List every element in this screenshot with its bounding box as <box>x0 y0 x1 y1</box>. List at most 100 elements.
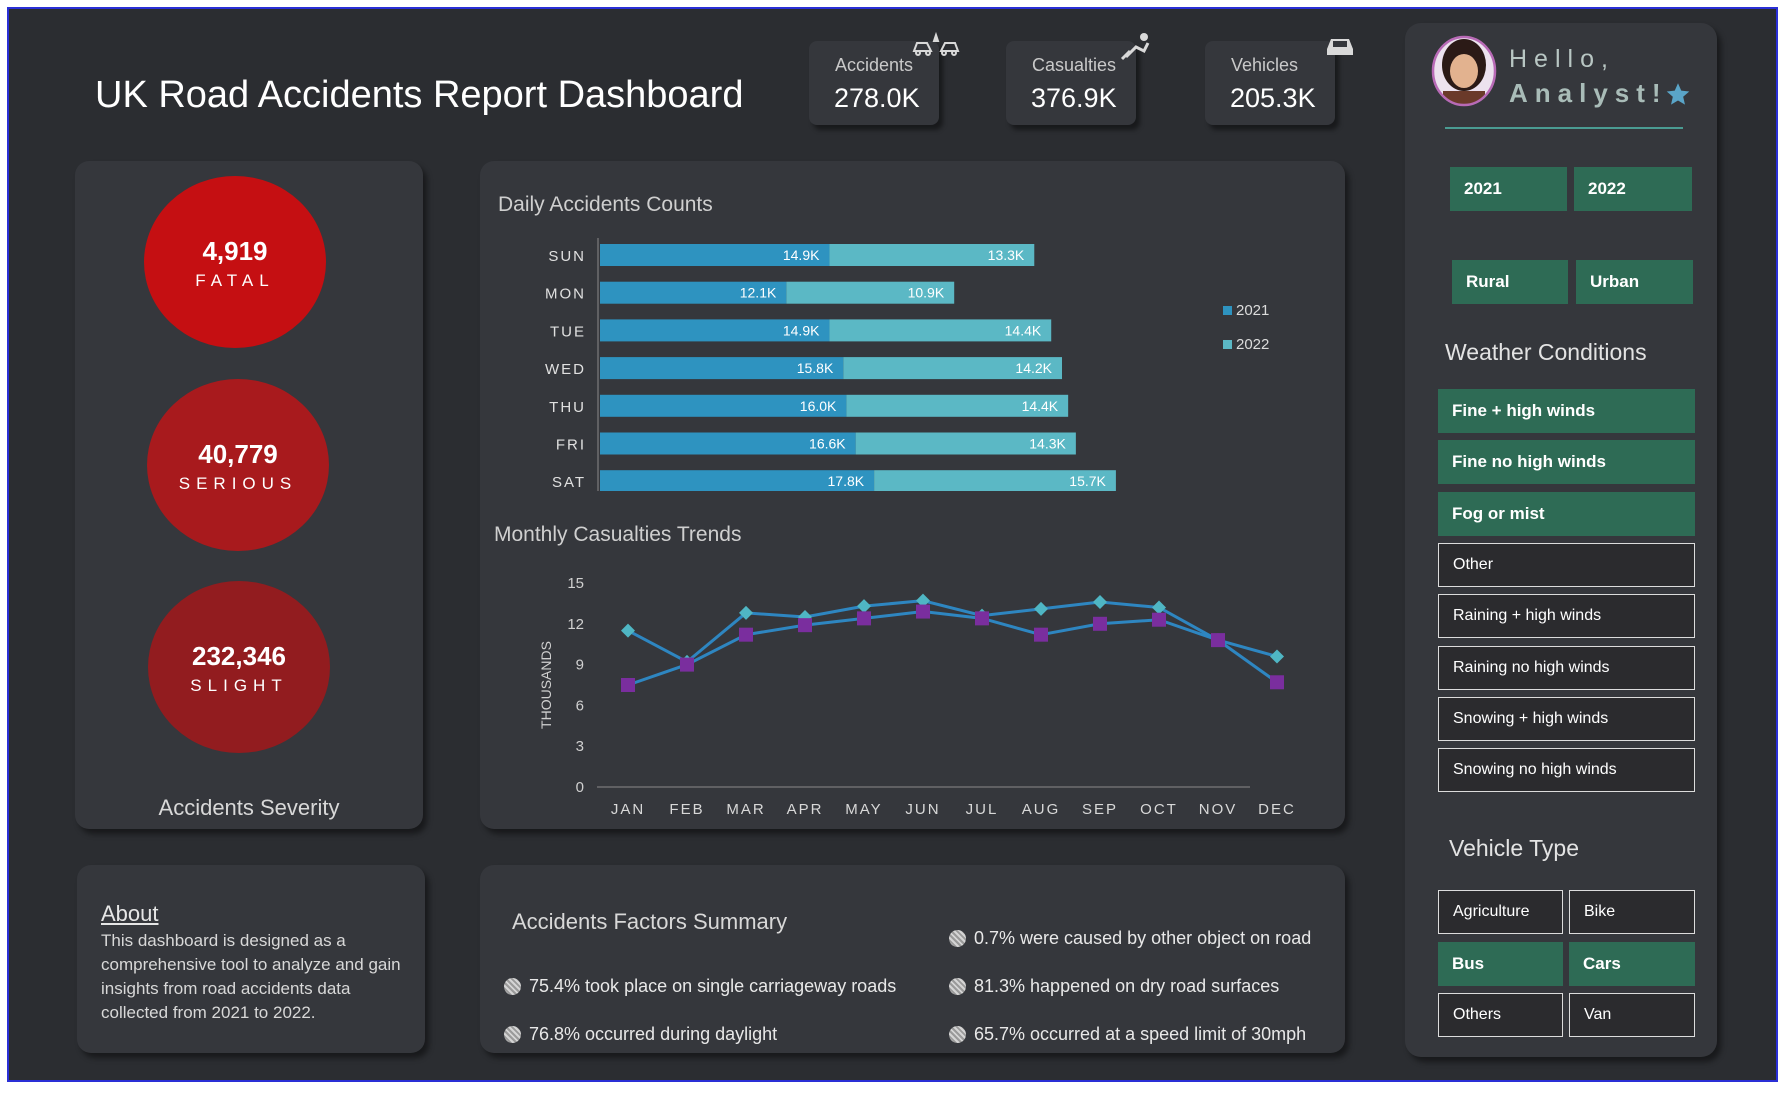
kpi-vehicles: Vehicles 205.3K <box>1205 39 1353 125</box>
x-tick-label: APR <box>787 801 824 818</box>
weather-filter-button[interactable]: Snowing + high winds <box>1438 696 1695 741</box>
vehicle-filter-button[interactable]: Others <box>1438 993 1563 1037</box>
fatal-value: 4,919 <box>202 236 268 266</box>
avatar <box>1431 35 1497 107</box>
category-label: SAT <box>552 474 586 491</box>
category-label: SUN <box>548 248 586 265</box>
page-title: UK Road Accidents Report Dashboard <box>95 74 744 116</box>
filter-sidebar: Hello, Analyst! 2021 2022 Rural Urban We… <box>1405 23 1717 1057</box>
slight-value: 232,346 <box>192 641 286 671</box>
bullet-icon <box>949 978 966 995</box>
vehicle-filter-button[interactable]: Agriculture <box>1438 890 1563 934</box>
data-label: 14.9K <box>783 247 820 263</box>
data-point-diamond <box>1093 595 1107 610</box>
y-tick-label: 15 <box>567 575 584 592</box>
data-point-diamond <box>1152 600 1166 615</box>
data-point-square <box>975 611 989 626</box>
category-label: TUE <box>550 323 586 340</box>
kpi-label: Casualties <box>1032 55 1117 75</box>
category-label: WED <box>545 361 586 378</box>
data-point-diamond <box>621 623 635 638</box>
data-label: 14.9K <box>783 322 820 338</box>
data-point-square <box>680 657 694 672</box>
data-label: 16.0K <box>800 398 837 414</box>
weather-filter-button[interactable]: Fine + high winds <box>1438 389 1695 433</box>
x-tick-label: NOV <box>1199 801 1238 818</box>
fatal-circle: 4,919 FATAL <box>144 176 326 348</box>
weather-filter-button[interactable]: Snowing no high winds <box>1438 748 1695 793</box>
y-tick-label: 12 <box>567 616 584 633</box>
factor-item: 0.7% were caused by other object on road <box>949 928 1311 949</box>
vehicle-filter-button[interactable]: Bike <box>1569 890 1695 934</box>
bullet-icon <box>949 930 966 947</box>
kpi-casualties: Casualties 376.9K <box>1006 33 1150 125</box>
weather-filter-button[interactable]: Fog or mist <box>1438 491 1695 536</box>
about-title[interactable]: About <box>101 901 159 927</box>
factor-item: 76.8% occurred during daylight <box>504 1024 777 1045</box>
data-label: 14.2K <box>1015 360 1052 376</box>
greeting-analyst: Analyst! <box>1509 78 1668 108</box>
charts-card: Daily Accidents Counts SUN 14.9K 13.3K MON 1… <box>480 161 1345 829</box>
data-point-square <box>798 618 812 633</box>
weather-title: Weather Conditions <box>1445 339 1647 365</box>
y-tick-label: 3 <box>576 738 584 755</box>
legend-swatch <box>1223 306 1232 315</box>
data-point-square <box>1211 633 1225 648</box>
weather-filter-button[interactable]: Fine no high winds <box>1438 440 1695 485</box>
legend-swatch <box>1223 340 1232 349</box>
area-urban-button[interactable]: Urban <box>1576 260 1693 304</box>
x-tick-label: DEC <box>1258 801 1296 818</box>
data-point-square <box>916 604 930 619</box>
vehicle-filter-button[interactable]: Cars <box>1569 941 1695 986</box>
category-label: FRI <box>556 437 586 454</box>
data-point-square <box>621 678 635 692</box>
daily-chart-title: Daily Accidents Counts <box>498 193 713 216</box>
slight-label: SLIGHT <box>190 676 288 695</box>
year-2022-button[interactable]: 2022 <box>1574 167 1692 211</box>
vehicle-filter-button[interactable]: Bus <box>1438 941 1563 986</box>
serious-circle: 40,779 SERIOUS <box>147 379 329 551</box>
weather-filter-button[interactable]: Other <box>1438 542 1695 587</box>
y-tick-label: 6 <box>576 697 584 714</box>
severity-card: 4,919 FATAL 40,779 SERIOUS 232,346 SLIGHT A… <box>75 161 423 829</box>
about-card: About This dashboard is designed as a co… <box>77 865 425 1053</box>
x-tick-label: MAY <box>845 801 882 818</box>
data-point-square <box>1152 612 1166 627</box>
x-tick-label: SEP <box>1082 801 1118 818</box>
area-rural-button[interactable]: Rural <box>1452 260 1568 304</box>
weather-filter-button[interactable]: Raining + high winds <box>1438 594 1695 639</box>
data-point-square <box>1270 675 1284 690</box>
fatal-label: FATAL <box>195 271 275 290</box>
year-2021-button[interactable]: 2021 <box>1450 167 1567 211</box>
factor-item: 81.3% happened on dry road surfaces <box>949 976 1279 997</box>
kpi-accidents: Accidents 278.0K <box>809 31 960 125</box>
star-icon <box>1666 83 1690 105</box>
data-point-diamond <box>1270 649 1284 664</box>
category-label: THU <box>549 399 586 416</box>
data-label: 14.4K <box>1005 322 1042 338</box>
injured-person-icon <box>1120 33 1150 61</box>
car-icon <box>1327 39 1353 55</box>
data-point-diamond <box>857 599 871 614</box>
factor-item: 65.7% occurred at a speed limit of 30mph <box>949 1024 1306 1045</box>
factor-item: 75.4% took place on single carriageway r… <box>504 976 896 997</box>
series-line <box>627 599 1278 664</box>
greeting-hello: Hello, <box>1509 45 1615 73</box>
slight-circle: 232,346 SLIGHT <box>148 581 330 753</box>
weather-filter-button[interactable]: Raining no high winds <box>1438 645 1695 690</box>
data-point-diamond <box>1034 601 1048 616</box>
factors-card: Accidents Factors Summary 75.4% took pla… <box>480 865 1345 1053</box>
data-point-square <box>1093 616 1107 631</box>
dashboard-frame: UK Road Accidents Report Dashboard Accid… <box>7 7 1778 1082</box>
series-line <box>627 610 1278 687</box>
data-label: 17.8K <box>828 473 865 489</box>
x-tick-label: JUN <box>905 801 940 818</box>
x-tick-label: JUL <box>966 801 999 818</box>
x-tick-label: FEB <box>669 801 704 818</box>
data-label: 15.8K <box>797 360 834 376</box>
vehicle-filter-button[interactable]: Van <box>1569 993 1695 1037</box>
kpi-value: 205.3K <box>1230 83 1316 113</box>
data-point-square <box>739 627 753 642</box>
data-point-square <box>857 611 871 626</box>
x-tick-label: AUG <box>1022 801 1061 818</box>
